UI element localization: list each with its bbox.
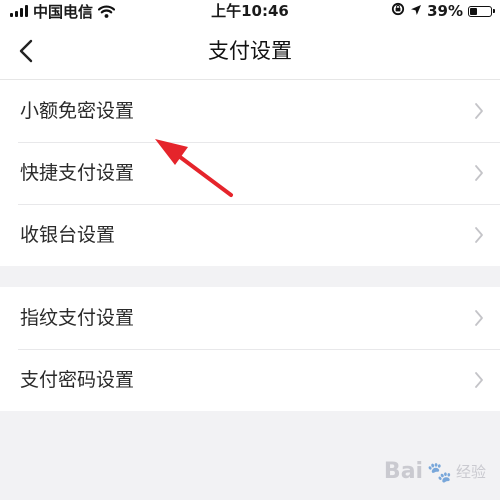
setting-row-payment-password[interactable]: 支付密码设置 [0, 349, 500, 411]
setting-row-label: 小额免密设置 [20, 100, 135, 122]
setting-row-label: 支付密码设置 [20, 369, 135, 391]
paw-icon: 🐾 [427, 459, 452, 484]
back-button[interactable] [8, 33, 44, 69]
setting-row-label: 快捷支付设置 [20, 162, 135, 184]
rotation-lock-icon [391, 2, 405, 20]
setting-row-small-amount-password-free[interactable]: 小额免密设置 [0, 80, 500, 142]
baidu-jingyan-watermark: Bai 🐾 经验 [383, 459, 486, 484]
chevron-right-icon [475, 310, 483, 326]
chevron-left-icon [19, 39, 33, 63]
chevron-right-icon [475, 372, 483, 388]
setting-row-checkout[interactable]: 收银台设置 [0, 204, 500, 266]
battery-level [470, 7, 477, 15]
setting-row-label: 指纹支付设置 [20, 307, 135, 329]
setting-row-label: 收银台设置 [20, 224, 116, 246]
page-title: 支付设置 [208, 39, 292, 63]
settings-group-2: 指纹支付设置 支付密码设置 [0, 287, 500, 411]
location-arrow-icon [410, 2, 422, 20]
setting-row-fingerprint-payment[interactable]: 指纹支付设置 [0, 287, 500, 349]
chevron-right-icon [475, 227, 483, 243]
chevron-right-icon [475, 103, 483, 119]
battery-percent: 39% [427, 2, 463, 20]
status-bar: 中国电信 上午10:46 39% [0, 0, 500, 22]
settings-group-1: 小额免密设置 快捷支付设置 收银台设置 [0, 80, 500, 266]
status-right: 39% [391, 0, 495, 22]
nav-bar: 支付设置 [0, 22, 500, 80]
battery-icon [468, 5, 495, 17]
setting-row-quick-payment[interactable]: 快捷支付设置 [0, 142, 500, 204]
chevron-right-icon [475, 165, 483, 181]
